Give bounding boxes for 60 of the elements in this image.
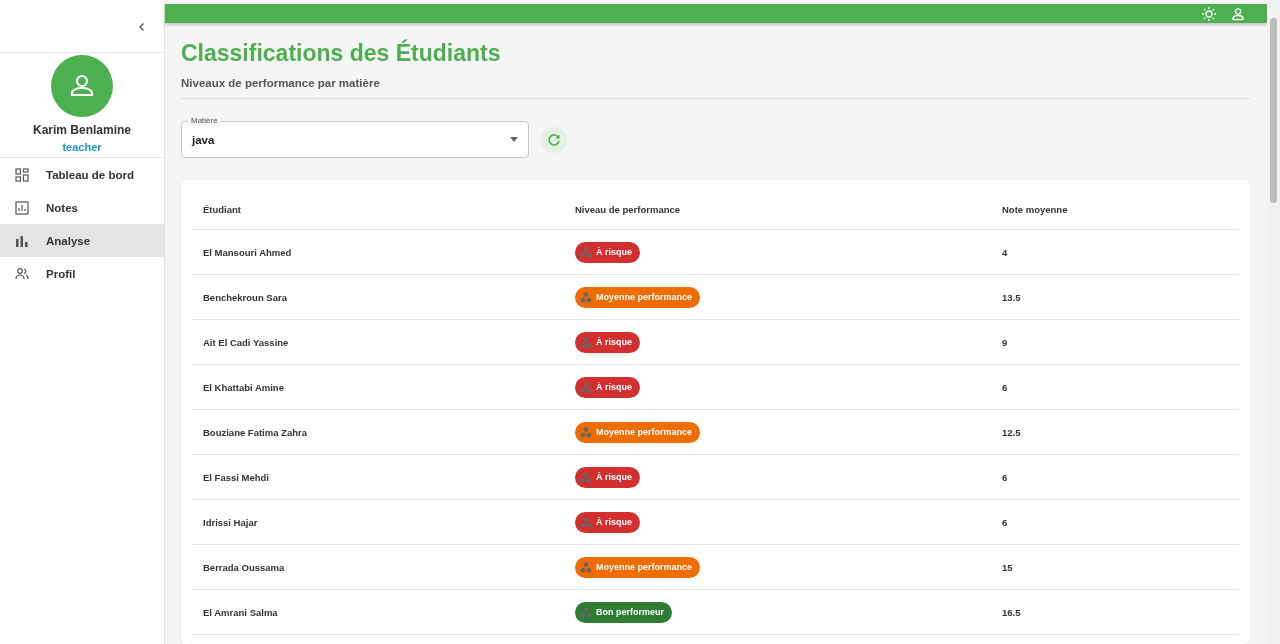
people-icon	[580, 516, 592, 528]
table-cell: Benchekroun Sara	[192, 274, 564, 320]
people-icon	[580, 606, 592, 618]
sun-icon[interactable]	[1201, 5, 1217, 22]
nav-item[interactable]: Analyse	[0, 224, 164, 257]
people-icon	[580, 471, 592, 483]
page-subtitle: Niveaux de performance par matière	[181, 77, 381, 89]
status-chip: Moyenne performance	[575, 421, 701, 443]
people-icon	[580, 381, 592, 393]
bar-chart-icon	[15, 233, 29, 248]
people-icon	[580, 336, 592, 348]
status-chip: À risque	[575, 376, 640, 398]
nav-item[interactable]: Profil	[0, 257, 164, 290]
table-cell: 6	[991, 364, 1239, 410]
scrollbar[interactable]	[1267, 0, 1280, 644]
user-icon[interactable]	[1231, 6, 1245, 21]
table-cell: 6	[991, 499, 1239, 545]
table-cell: Ait El Cadi Yassine	[192, 319, 564, 365]
avatar-icon	[51, 55, 113, 117]
user-role: teacher	[62, 141, 102, 153]
table-cell: 15	[991, 544, 1239, 590]
column-header: Étudiant	[192, 189, 564, 230]
user-name: Karim Benlamine	[32, 123, 131, 137]
status-chip: Moyenne performance	[575, 556, 701, 578]
table-cell: El Mansouri Ahmed	[192, 229, 564, 275]
people-icon	[15, 266, 29, 281]
table-cell: 9	[991, 319, 1239, 365]
status-chip: À risque	[575, 331, 640, 353]
status-chip: Bon performeur	[575, 601, 672, 623]
table-cell: Idrissi Hajar	[192, 499, 564, 545]
people-icon	[580, 246, 592, 258]
table-cell: 16.5	[991, 589, 1239, 635]
page-title: Classifications des Étudiants	[181, 40, 502, 67]
table-cell: Berrada Oussama	[192, 544, 564, 590]
refresh-icon	[547, 132, 561, 147]
table-cell: Bouziane Fatima Zahra	[192, 409, 564, 455]
status-chip: Moyenne performance	[575, 286, 701, 308]
status-chip: À risque	[575, 466, 640, 488]
people-icon	[580, 426, 592, 438]
dropdown-caret-icon	[510, 137, 518, 142]
table-cell: 4	[991, 229, 1239, 275]
grid-icon	[15, 167, 29, 182]
table-cell: 6	[991, 454, 1239, 500]
table-cell: 13.5	[991, 274, 1239, 320]
chart-icon	[15, 200, 29, 215]
column-header: Note moyenne	[991, 189, 1239, 230]
table-cell: El Fassi Mehdi	[192, 454, 564, 500]
people-icon	[580, 561, 592, 573]
field-label: Matière	[188, 116, 221, 126]
people-icon	[580, 291, 592, 303]
table-cell: El Khattabi Amine	[192, 364, 564, 410]
nav-item[interactable]: Notes	[0, 191, 164, 224]
status-chip: À risque	[575, 511, 640, 533]
status-chip: À risque	[575, 241, 640, 263]
refresh-button[interactable]	[541, 126, 567, 153]
nav-item[interactable]: Tableau de bord	[0, 158, 164, 191]
table-cell: El Amrani Salma	[192, 589, 564, 635]
table-cell: 12.5	[991, 409, 1239, 455]
chevron-left-icon	[137, 22, 147, 32]
column-header: Niveau de performance	[564, 189, 991, 230]
